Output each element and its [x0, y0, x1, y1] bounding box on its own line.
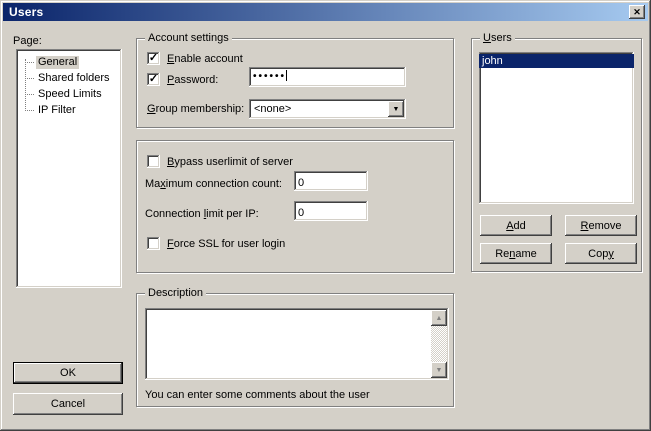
tree-connector [25, 62, 34, 63]
users-group: Users john Add Remove Rename Copy [471, 38, 642, 272]
checkbox-label: Enable account [167, 53, 243, 65]
chevron-down-icon: ▼ [393, 106, 400, 113]
label-text: Cop [588, 248, 608, 260]
tree-item-general[interactable]: General [16, 54, 122, 70]
password-input[interactable]: •••••• [249, 67, 406, 87]
label-text: assword: [174, 74, 218, 86]
account-settings-group: Account settings ✓ Enable account ✓ Pass… [136, 38, 454, 128]
label-text: sers [491, 32, 512, 44]
tree-connector [25, 94, 34, 95]
password-checkbox[interactable]: ✓ Password: [147, 73, 218, 86]
description-group: Description ▲ ▼ You can enter some comme… [136, 293, 454, 407]
add-button[interactable]: Add [480, 215, 552, 236]
account-settings-title: Account settings [145, 32, 232, 45]
label-text: orce SSL for user login [174, 238, 285, 250]
users-list[interactable]: john [479, 52, 634, 204]
description-textarea[interactable]: ▲ ▼ [145, 308, 449, 380]
checkbox-box[interactable] [147, 237, 160, 250]
tree-connector [25, 110, 34, 111]
label-text: imit per IP: [206, 208, 259, 220]
title-bar[interactable]: Users ✕ [3, 3, 648, 21]
scroll-down-icon: ▼ [436, 367, 443, 374]
force-ssl-checkbox[interactable]: Force SSL for user login [147, 237, 285, 250]
checkbox-box[interactable] [147, 155, 160, 168]
checkbox-label: Bypass userlimit of server [167, 156, 293, 168]
checkbox-label: Password: [167, 74, 218, 86]
page-tree[interactable]: General Shared folders Speed Limits IP F… [16, 49, 122, 288]
scroll-up-icon: ▲ [436, 315, 443, 322]
list-item-john[interactable]: john [479, 54, 634, 68]
group-membership-select[interactable]: <none> ▼ [249, 99, 406, 119]
remove-button[interactable]: Remove [565, 215, 637, 236]
group-membership-label: Group membership: [147, 103, 244, 116]
label-text: nable account [174, 53, 243, 65]
password-value: •••••• [253, 71, 286, 82]
checkbox-label: Force SSL for user login [167, 238, 285, 250]
connection-limit-per-ip-label: Connection limit per IP: [145, 208, 259, 221]
enable-account-checkbox[interactable]: ✓ Enable account [147, 52, 243, 65]
copy-button[interactable]: Copy [565, 243, 637, 264]
window-title: Users [9, 5, 43, 19]
tree-item-speed-limits[interactable]: Speed Limits [16, 86, 122, 102]
connection-limit-per-ip-input[interactable] [294, 201, 368, 221]
cancel-button[interactable]: Cancel [13, 393, 123, 415]
label-text: Connection [145, 208, 204, 220]
label-text: Ma [145, 178, 160, 190]
scroll-down-button[interactable]: ▼ [431, 362, 447, 378]
bypass-userlimit-checkbox[interactable]: Bypass userlimit of server [147, 155, 293, 168]
description-scrollbar[interactable]: ▲ ▼ [431, 310, 447, 378]
tree-item-label: Shared folders [36, 72, 112, 85]
description-text[interactable] [145, 308, 431, 380]
page-label: Page: [13, 35, 42, 48]
label-text: ypass userlimit of server [174, 156, 293, 168]
tree-item-shared-folders[interactable]: Shared folders [16, 70, 122, 86]
checkmark-icon: ✓ [149, 73, 158, 86]
rename-button[interactable]: Rename [480, 243, 552, 264]
tree-connector [25, 78, 34, 79]
label-text: U [483, 32, 491, 44]
checkmark-icon: ✓ [149, 52, 158, 65]
tree-item-ip-filter[interactable]: IP Filter [16, 102, 122, 118]
button-label: Add [506, 220, 526, 232]
description-hint: You can enter some comments about the us… [145, 389, 370, 402]
label-text: Re [495, 248, 509, 260]
label-text: roup membership: [156, 103, 245, 115]
group-membership-value: <none> [254, 103, 291, 115]
description-title: Description [145, 287, 206, 300]
tree-item-label: IP Filter [36, 104, 78, 117]
tree-item-label: Speed Limits [36, 88, 104, 101]
label-text: imum connection count: [166, 178, 282, 190]
label-text: y [608, 248, 614, 260]
tree-item-label: General [36, 56, 79, 69]
text-cursor [286, 70, 287, 81]
maximum-connection-count-label: Maximum connection count: [145, 178, 282, 191]
scrollbar-track[interactable] [431, 326, 447, 362]
maximum-connection-count-input[interactable] [294, 171, 368, 191]
close-button[interactable]: ✕ [629, 5, 645, 19]
label-text: emove [588, 220, 621, 232]
button-label: Remove [581, 220, 622, 232]
scroll-up-button[interactable]: ▲ [431, 310, 447, 326]
label-text: A [506, 220, 513, 232]
dropdown-button[interactable]: ▼ [388, 101, 404, 117]
label-text: ame [515, 248, 536, 260]
checkbox-box[interactable]: ✓ [147, 52, 160, 65]
ok-button[interactable]: OK [13, 362, 123, 384]
button-label: Copy [588, 248, 614, 260]
checkbox-box[interactable]: ✓ [147, 73, 160, 86]
close-icon: ✕ [633, 8, 641, 17]
label-text: dd [514, 220, 526, 232]
label-text: F [167, 238, 174, 250]
limits-group: Bypass userlimit of server Maximum conne… [136, 140, 454, 273]
label-text: G [147, 103, 156, 115]
button-label: Rename [495, 248, 537, 260]
users-dialog: Users ✕ Page: General Shared folders Spe… [0, 0, 651, 431]
users-group-title: Users [480, 32, 515, 45]
